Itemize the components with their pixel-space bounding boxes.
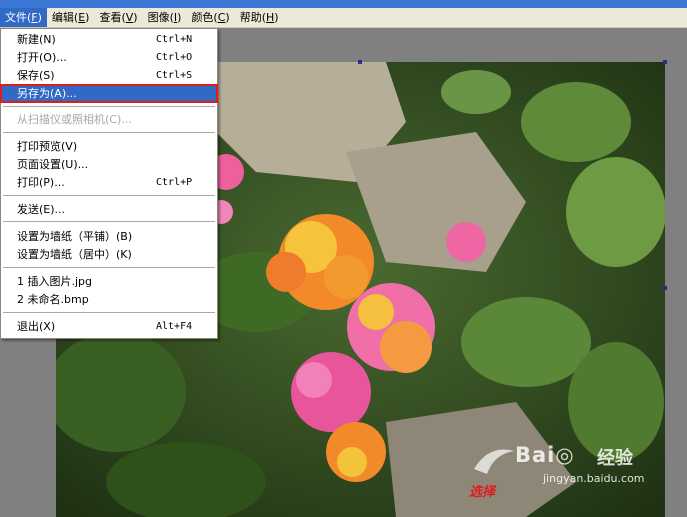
title-bar-strip <box>0 0 687 8</box>
menu-item-recent-2-label: 2 未命名.bmp <box>17 293 89 306</box>
resize-handle-top-right[interactable] <box>663 60 667 64</box>
menu-separator <box>3 221 215 222</box>
menu-item-open-label: 打开(O)... <box>17 51 67 64</box>
watermark-url: jingyan.baidu.com <box>543 472 645 485</box>
menu-separator <box>3 132 215 133</box>
menu-image-label: 图像( <box>147 11 174 24</box>
menu-item-save-as-label: 另存为(A)... <box>17 87 77 100</box>
menu-item-wallpaper-center[interactable]: 设置为墙纸（居中）(K) <box>1 246 217 263</box>
menu-image[interactable]: 图像(I) <box>143 8 187 27</box>
menu-item-recent-1[interactable]: 1 插入图片.jpg <box>1 273 217 290</box>
menu-help-tail: ) <box>274 11 279 24</box>
menu-separator <box>3 106 215 107</box>
menu-item-open-shortcut: Ctrl+O <box>156 52 193 63</box>
menu-item-from-scanner[interactable]: 从扫描仪或照相机(C)... <box>1 111 217 128</box>
menu-item-exit[interactable]: 退出(X) Alt+F4 <box>1 318 217 335</box>
menu-item-wallpaper-tile[interactable]: 设置为墙纸（平铺）(B) <box>1 228 217 245</box>
resize-handle-right[interactable] <box>663 286 667 290</box>
menu-item-page-setup-label: 页面设置(U)... <box>17 158 89 171</box>
menu-separator <box>3 195 215 196</box>
menu-item-print[interactable]: 打印(P)... Ctrl+P <box>1 174 217 191</box>
menu-file-tail: ) <box>37 11 42 24</box>
menu-item-new[interactable]: 新建(N) Ctrl+N <box>1 31 217 48</box>
menu-view-tail: ) <box>133 11 138 24</box>
menu-separator <box>3 312 215 313</box>
baidu-logo-text: Bai◎ <box>515 443 575 467</box>
menu-colors-tail: ) <box>225 11 230 24</box>
menu-image-tail: ) <box>177 11 182 24</box>
menu-item-from-scanner-label: 从扫描仪或照相机(C)... <box>17 113 132 126</box>
menu-item-send-label: 发送(E)... <box>17 203 66 216</box>
baidu-wings-icon <box>474 449 514 474</box>
menu-item-new-shortcut: Ctrl+N <box>156 34 193 45</box>
watermark-caption: 选择 <box>469 485 496 500</box>
menu-item-save-shortcut: Ctrl+S <box>156 70 193 81</box>
menu-item-print-preview[interactable]: 打印预览(V) <box>1 138 217 155</box>
jingyan-text: 经验 <box>597 448 633 469</box>
menu-separator <box>3 267 215 268</box>
menu-item-save-as[interactable]: 另存为(A)... <box>0 84 218 103</box>
menu-item-send[interactable]: 发送(E)... <box>1 201 217 218</box>
menu-item-new-label: 新建(N) <box>17 33 56 46</box>
menu-item-recent-1-label: 1 插入图片.jpg <box>17 275 93 288</box>
menu-item-recent-2[interactable]: 2 未命名.bmp <box>1 291 217 308</box>
menu-item-print-label: 打印(P)... <box>17 176 65 189</box>
menu-item-page-setup[interactable]: 页面设置(U)... <box>1 156 217 173</box>
file-menu-dropdown: 新建(N) Ctrl+N 打开(O)... Ctrl+O 保存(S) Ctrl+… <box>0 28 218 339</box>
menu-edit-tail: ) <box>85 11 90 24</box>
menu-file-label: 文件( <box>5 11 32 24</box>
menu-bar: 文件(F) 编辑(E) 查看(V) 图像(I) 颜色(C) 帮助(H) <box>0 8 687 28</box>
menu-item-open[interactable]: 打开(O)... Ctrl+O <box>1 49 217 66</box>
menu-item-exit-label: 退出(X) <box>17 320 56 333</box>
menu-view[interactable]: 查看(V) <box>94 8 142 27</box>
menu-item-wallpaper-tile-label: 设置为墙纸（平铺）(B) <box>17 230 133 243</box>
menu-help[interactable]: 帮助(H) <box>235 8 284 27</box>
menu-colors-label: 颜色( <box>191 11 218 24</box>
resize-handle-top[interactable] <box>358 60 362 64</box>
menu-item-save[interactable]: 保存(S) Ctrl+S <box>1 67 217 84</box>
menu-edit-label: 编辑( <box>51 11 79 24</box>
menu-help-label: 帮助( <box>239 11 267 24</box>
menu-view-label: 查看( <box>99 11 126 24</box>
menu-item-save-label: 保存(S) <box>17 69 55 82</box>
menu-file[interactable]: 文件(F) <box>0 8 47 27</box>
menu-item-print-shortcut: Ctrl+P <box>156 177 193 188</box>
menu-colors[interactable]: 颜色(C) <box>186 8 234 27</box>
baidu-jingyan-watermark: Bai◎ 经验 jingyan.baidu.com 选择 <box>469 439 669 500</box>
menu-edit[interactable]: 编辑(E) <box>47 8 95 27</box>
menu-item-exit-shortcut: Alt+F4 <box>156 321 193 332</box>
menu-item-print-preview-label: 打印预览(V) <box>17 140 78 153</box>
menu-item-wallpaper-center-label: 设置为墙纸（居中）(K) <box>17 248 132 261</box>
